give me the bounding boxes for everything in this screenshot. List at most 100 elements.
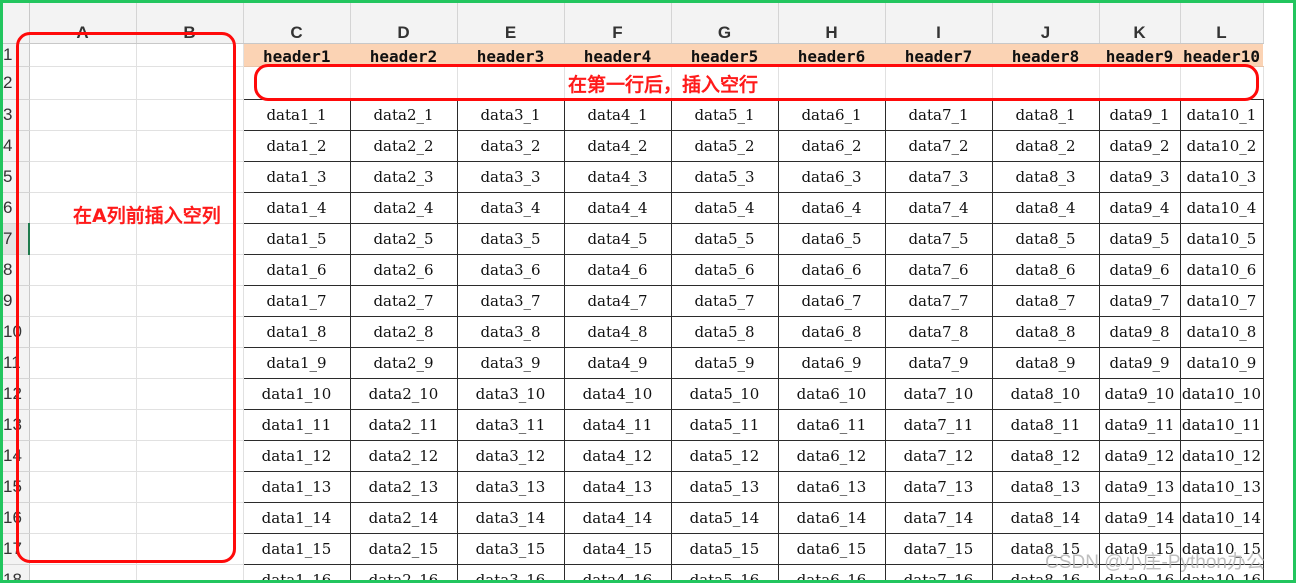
data-cell[interactable]: data4_2: [563, 129, 672, 162]
data-cell[interactable]: data5_16: [670, 563, 779, 580]
data-cell[interactable]: data8_12: [991, 439, 1100, 472]
data-cell[interactable]: data2_13: [349, 470, 458, 503]
data-cell[interactable]: data9_9: [1098, 346, 1181, 379]
data-cell[interactable]: data9_14: [1098, 501, 1181, 534]
data-cell[interactable]: data6_3: [777, 160, 886, 193]
data-cell[interactable]: data10_5: [1179, 222, 1264, 255]
data-cell[interactable]: data7_5: [884, 222, 993, 255]
data-cell[interactable]: data3_5: [456, 222, 565, 255]
data-cell[interactable]: data5_7: [670, 284, 779, 317]
data-cell[interactable]: data1_6: [242, 253, 351, 286]
data-cell[interactable]: data10_14: [1179, 501, 1264, 534]
data-cell[interactable]: data6_11: [777, 408, 886, 441]
data-cell[interactable]: data4_3: [563, 160, 672, 193]
column-header-d[interactable]: D: [350, 3, 458, 44]
data-cell[interactable]: data2_3: [349, 160, 458, 193]
data-cell[interactable]: data7_6: [884, 253, 993, 286]
column-header-c[interactable]: C: [243, 3, 351, 44]
data-cell[interactable]: data8_10: [991, 377, 1100, 410]
data-cell[interactable]: data5_9: [670, 346, 779, 379]
data-cell[interactable]: data7_7: [884, 284, 993, 317]
data-cell[interactable]: data3_6: [456, 253, 565, 286]
column-header-g[interactable]: G: [671, 3, 779, 44]
data-cell[interactable]: data10_4: [1179, 191, 1264, 224]
data-cell[interactable]: data4_11: [563, 408, 672, 441]
data-cell[interactable]: data10_10: [1179, 377, 1264, 410]
data-cell[interactable]: data2_11: [349, 408, 458, 441]
data-cell[interactable]: data6_10: [777, 377, 886, 410]
column-header-l[interactable]: L: [1180, 3, 1264, 44]
data-cell[interactable]: data2_4: [349, 191, 458, 224]
data-cell[interactable]: data5_8: [670, 315, 779, 348]
data-cell[interactable]: data1_16: [242, 563, 351, 580]
data-cell[interactable]: data3_15: [456, 532, 565, 565]
column-header-k[interactable]: K: [1099, 3, 1181, 44]
data-cell[interactable]: data6_5: [777, 222, 886, 255]
header-cell[interactable]: header6: [778, 43, 885, 67]
data-cell[interactable]: data6_9: [777, 346, 886, 379]
header-cell[interactable]: header8: [992, 43, 1099, 67]
spreadsheet-sheet[interactable]: ABCDEFGHIJKL 1 header1 header2 header3 heade…: [3, 3, 1293, 580]
data-cell[interactable]: data9_6: [1098, 253, 1181, 286]
data-cell[interactable]: data1_1: [242, 98, 351, 131]
data-cell[interactable]: data1_12: [242, 439, 351, 472]
column-header-h[interactable]: H: [778, 3, 886, 44]
data-cell[interactable]: data10_8: [1179, 315, 1264, 348]
data-cell[interactable]: data5_14: [670, 501, 779, 534]
data-cell[interactable]: data4_8: [563, 315, 672, 348]
data-cell[interactable]: data8_14: [991, 501, 1100, 534]
data-cell[interactable]: data5_13: [670, 470, 779, 503]
data-cell[interactable]: data4_7: [563, 284, 672, 317]
data-cell[interactable]: data5_5: [670, 222, 779, 255]
data-cell[interactable]: data8_7: [991, 284, 1100, 317]
header-cell[interactable]: header1: [243, 43, 350, 67]
data-cell[interactable]: data8_2: [991, 129, 1100, 162]
data-cell[interactable]: data4_16: [563, 563, 672, 580]
data-cell[interactable]: data7_8: [884, 315, 993, 348]
data-cell[interactable]: data8_13: [991, 470, 1100, 503]
data-cell[interactable]: data10_12: [1179, 439, 1264, 472]
data-cell[interactable]: data8_4: [991, 191, 1100, 224]
data-cell[interactable]: data8_9: [991, 346, 1100, 379]
data-cell[interactable]: data3_14: [456, 501, 565, 534]
data-cell[interactable]: data1_15: [242, 532, 351, 565]
data-cell[interactable]: data2_14: [349, 501, 458, 534]
data-cell[interactable]: data7_2: [884, 129, 993, 162]
data-cell[interactable]: data9_11: [1098, 408, 1181, 441]
header-cell[interactable]: header5: [671, 43, 778, 67]
data-cell[interactable]: data2_12: [349, 439, 458, 472]
data-cell[interactable]: data3_12: [456, 439, 565, 472]
data-cell[interactable]: data1_7: [242, 284, 351, 317]
data-cell[interactable]: data4_9: [563, 346, 672, 379]
data-cell[interactable]: data4_5: [563, 222, 672, 255]
data-cell[interactable]: data6_2: [777, 129, 886, 162]
data-cell[interactable]: data3_13: [456, 470, 565, 503]
data-cell[interactable]: data8_8: [991, 315, 1100, 348]
data-cell[interactable]: data5_1: [670, 98, 779, 131]
data-cell[interactable]: data1_4: [242, 191, 351, 224]
data-cell[interactable]: data3_9: [456, 346, 565, 379]
data-cell[interactable]: data2_5: [349, 222, 458, 255]
data-cell[interactable]: data6_4: [777, 191, 886, 224]
data-cell[interactable]: data1_11: [242, 408, 351, 441]
header-cell[interactable]: header7: [885, 43, 992, 67]
data-cell[interactable]: data4_13: [563, 470, 672, 503]
data-cell[interactable]: data10_6: [1179, 253, 1264, 286]
data-cell[interactable]: data5_12: [670, 439, 779, 472]
data-cell[interactable]: data2_15: [349, 532, 458, 565]
data-cell[interactable]: data7_13: [884, 470, 993, 503]
data-cell[interactable]: data4_10: [563, 377, 672, 410]
header-cell[interactable]: header3: [457, 43, 564, 67]
data-cell[interactable]: data3_16: [456, 563, 565, 580]
data-cell[interactable]: data7_9: [884, 346, 993, 379]
column-header-f[interactable]: F: [564, 3, 672, 44]
data-cell[interactable]: data8_1: [991, 98, 1100, 131]
data-cell[interactable]: data4_4: [563, 191, 672, 224]
data-cell[interactable]: data9_7: [1098, 284, 1181, 317]
data-cell[interactable]: data10_9: [1179, 346, 1264, 379]
data-cell[interactable]: data3_10: [456, 377, 565, 410]
data-cell[interactable]: data4_1: [563, 98, 672, 131]
column-header-e[interactable]: E: [457, 3, 565, 44]
data-cell[interactable]: data9_2: [1098, 129, 1181, 162]
data-cell[interactable]: data3_2: [456, 129, 565, 162]
